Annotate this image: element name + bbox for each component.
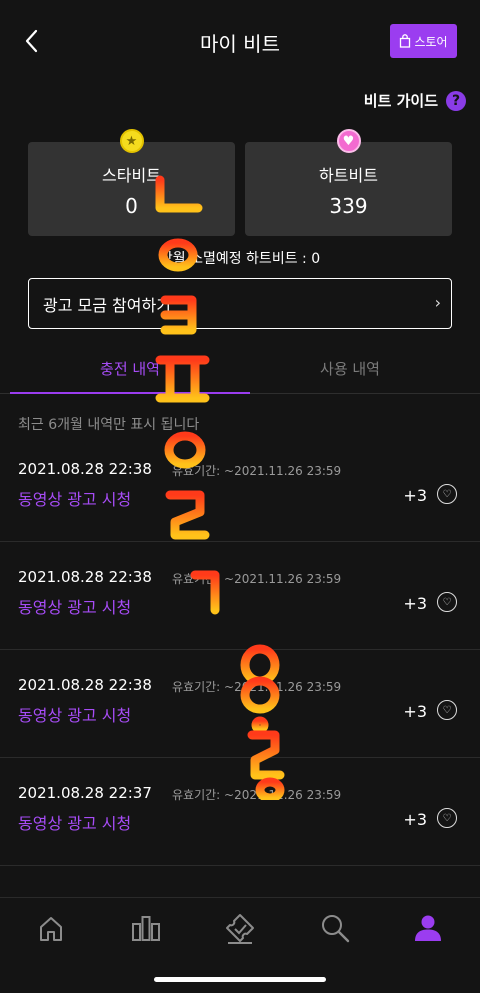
star-icon: ★ bbox=[119, 129, 144, 153]
shopping-bag-icon bbox=[400, 34, 411, 48]
active-tab-indicator bbox=[10, 392, 250, 394]
tab-charge-history[interactable]: 충전 내역 bbox=[10, 358, 250, 379]
entry-date: 2021.08.28 22:38 bbox=[18, 460, 152, 478]
entry-amount: +3 bbox=[403, 486, 427, 505]
heart-bit-label: 하트비트 bbox=[319, 166, 378, 185]
heart-outline-icon: ♡ bbox=[437, 700, 457, 720]
list-item: 2021.08.28 22:38 유효기간: ~2021.11.26 23:59… bbox=[0, 542, 480, 650]
entry-validity: 유효기간: ~2021.11.26 23:59 bbox=[172, 464, 342, 478]
tab-use-history[interactable]: 사용 내역 bbox=[230, 358, 470, 379]
entry-title: 동영상 광고 시청 bbox=[18, 490, 132, 509]
history-notice: 최근 6개월 내역만 표시 됩니다 bbox=[18, 417, 200, 433]
header: 마이 비트 스토어 bbox=[0, 0, 480, 84]
ad-join-label: 광고 모금 참여하기 bbox=[43, 295, 171, 315]
entry-validity: 유효기간: ~2021.11.26 23:59 bbox=[172, 788, 342, 802]
list-item: 2021.08.28 22:38 유효기간: ~2021.11.26 23:59… bbox=[0, 434, 480, 542]
profile-icon[interactable] bbox=[410, 910, 446, 946]
ticket-icon[interactable] bbox=[222, 910, 258, 946]
entry-title: 동영상 광고 시청 bbox=[18, 814, 132, 833]
home-icon[interactable] bbox=[33, 910, 69, 946]
help-icon: ? bbox=[446, 90, 466, 111]
star-bit-card: ★ 스타비트 0 bbox=[28, 129, 235, 236]
list-item: 2021.08.28 22:37 유효기간: ~2021.11.26 23:59… bbox=[0, 758, 480, 866]
entry-title: 동영상 광고 시청 bbox=[18, 598, 132, 617]
search-icon[interactable] bbox=[317, 910, 353, 946]
entry-amount: +3 bbox=[403, 810, 427, 829]
chart-icon[interactable] bbox=[128, 910, 164, 946]
heart-outline-icon: ♡ bbox=[437, 592, 457, 612]
store-button[interactable]: 스토어 bbox=[390, 24, 457, 58]
bit-guide-link[interactable]: 비트 가이드 ? bbox=[364, 90, 466, 111]
bit-guide-label: 비트 가이드 bbox=[363, 92, 438, 110]
entry-amount: +3 bbox=[403, 594, 427, 613]
list-item: 2021.08.28 22:38 유효기간: ~2021.11.26 23:59… bbox=[0, 650, 480, 758]
star-bit-label: 스타비트 bbox=[102, 166, 161, 185]
entry-amount: +3 bbox=[403, 702, 427, 721]
home-indicator[interactable] bbox=[154, 977, 326, 982]
entry-validity: 유효기간: ~2021.11.26 23:59 bbox=[172, 572, 342, 586]
entry-date: 2021.08.28 22:38 bbox=[18, 676, 152, 694]
entry-validity: 유효기간: ~2021.11.26 23:59 bbox=[172, 680, 342, 694]
entry-date: 2021.08.28 22:37 bbox=[18, 784, 152, 802]
heart-icon: ♥ bbox=[336, 129, 361, 153]
expire-notice: 당월 소멸예정 하트비트 : 0 bbox=[159, 251, 321, 267]
entry-title: 동영상 광고 시청 bbox=[18, 706, 132, 725]
heart-bit-card: ♥ 하트비트 339 bbox=[245, 129, 452, 236]
store-label: 스토어 bbox=[414, 34, 448, 49]
history-tabs: 충전 내역 사용 내역 bbox=[0, 348, 480, 394]
heart-outline-icon: ♡ bbox=[437, 808, 457, 828]
heart-outline-icon: ♡ bbox=[437, 484, 457, 504]
ad-join-button[interactable]: 광고 모금 참여하기 › bbox=[28, 278, 452, 329]
heart-bit-value: 339 bbox=[329, 194, 368, 218]
entry-date: 2021.08.28 22:38 bbox=[18, 568, 152, 586]
chevron-right-icon: › bbox=[434, 293, 441, 312]
star-bit-value: 0 bbox=[125, 194, 138, 218]
